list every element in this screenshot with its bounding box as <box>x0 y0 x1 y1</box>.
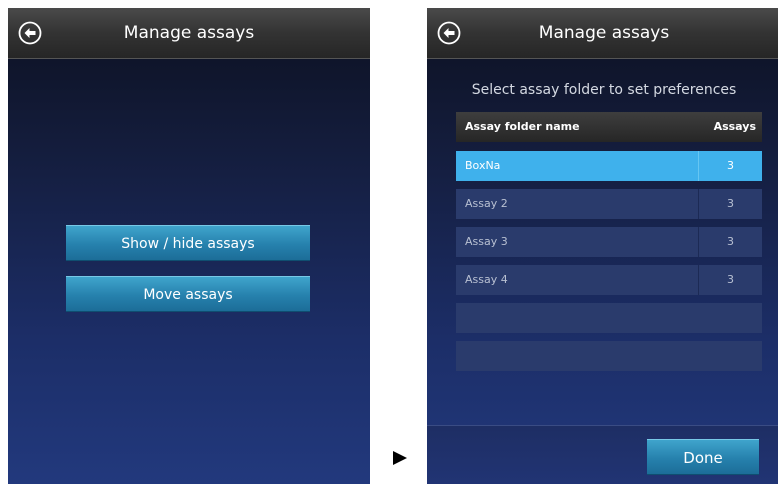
table-row[interactable]: Assay 3 3 <box>456 227 762 257</box>
page-title: Manage assays <box>538 23 670 43</box>
show-hide-assays-button[interactable]: Show / hide assays <box>66 225 310 261</box>
folder-name-cell: Assay 2 <box>465 197 508 210</box>
move-assays-button[interactable]: Move assays <box>66 276 310 312</box>
right-triangle-icon <box>393 451 407 465</box>
page-title: Manage assays <box>123 23 255 43</box>
column-header-folder-name: Assay folder name <box>465 120 580 133</box>
assay-count-cell: 3 <box>698 151 762 181</box>
title-bar: Manage assays <box>427 8 778 59</box>
title-bar: Manage assays <box>8 8 370 59</box>
footer-bar: Done <box>427 425 778 484</box>
assay-count-cell: 3 <box>698 189 762 219</box>
table-row[interactable]: Assay 2 3 <box>456 189 762 219</box>
table-row[interactable]: BoxNa 3 <box>456 151 762 181</box>
select-assay-folder-screen: Manage assays Select assay folder to set… <box>427 8 778 484</box>
folder-name-cell: Assay 3 <box>465 235 508 248</box>
instruction-text: Select assay folder to set preferences <box>471 82 737 98</box>
manage-assays-screen: Manage assays Show / hide assays Move as… <box>8 8 370 484</box>
table-row[interactable]: Assay 4 3 <box>456 265 762 295</box>
column-header-assays: Assays <box>713 120 756 133</box>
assay-count-cell: 3 <box>698 265 762 295</box>
done-button[interactable]: Done <box>647 439 759 475</box>
table-header: Assay folder name Assays <box>456 112 762 142</box>
folder-name-cell: Assay 4 <box>465 273 508 286</box>
assay-count-cell: 3 <box>698 227 762 257</box>
empty-table-row[interactable] <box>456 341 762 371</box>
empty-table-row[interactable] <box>456 303 762 333</box>
folder-name-cell: BoxNa <box>465 159 501 172</box>
